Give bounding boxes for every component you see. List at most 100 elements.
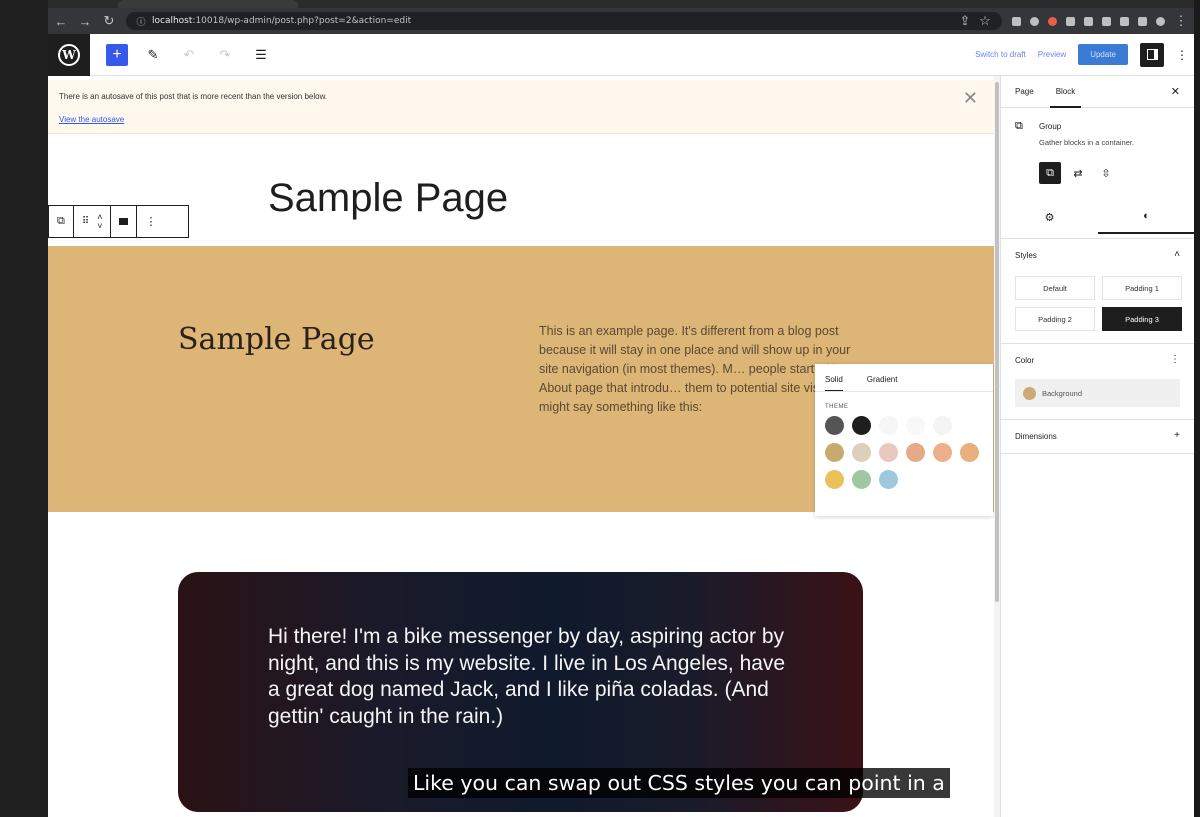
tab-page[interactable]: Page <box>1015 87 1034 96</box>
block-card: ⧉ Group Gather blocks in a container. ⧉ … <box>1001 108 1194 238</box>
browser-tabstrip <box>48 0 1194 8</box>
settings-toggle-button[interactable] <box>1140 42 1164 67</box>
stack-variation-icon[interactable]: ⇳ <box>1095 162 1117 184</box>
settings-gear-icon[interactable]: ⚙ <box>1001 200 1098 234</box>
color-swatch[interactable] <box>852 443 871 462</box>
color-swatch[interactable] <box>906 416 925 435</box>
autosave-notice: There is an autosave of this post that i… <box>48 80 994 134</box>
color-swatch[interactable] <box>825 470 844 489</box>
browser-window: ← → ↻ ⓘ localhost:10018/wp-admin/post.ph… <box>48 0 1194 817</box>
url-field[interactable]: ⓘ localhost:10018/wp-admin/post.php?post… <box>126 12 1002 30</box>
back-arrow-icon[interactable]: ← <box>54 14 68 29</box>
puzzle-icon[interactable] <box>1120 16 1129 26</box>
color-swatch[interactable] <box>906 443 925 462</box>
solid-tab[interactable]: Solid <box>825 375 843 391</box>
color-panel: Color ⋮ Background <box>1001 343 1194 419</box>
color-swatch[interactable] <box>879 470 898 489</box>
extension-icon[interactable] <box>1084 16 1093 26</box>
undo-icon[interactable]: ↶ <box>178 44 200 66</box>
block-options-icon[interactable]: ⋮ <box>137 206 164 237</box>
styles-title[interactable]: Styles <box>1015 251 1180 260</box>
group-heading[interactable]: Sample Page <box>178 322 375 357</box>
align-full-icon <box>119 218 129 225</box>
background-color-item[interactable]: Background <box>1015 379 1180 407</box>
color-swatch[interactable] <box>852 470 871 489</box>
row-variation-icon[interactable]: ⇄ <box>1067 162 1089 184</box>
block-variations: ⧉ ⇄ ⇳ <box>1039 162 1117 184</box>
edit-pencil-icon[interactable]: ✎ <box>142 44 164 66</box>
share-icon[interactable]: ⇪ <box>958 13 972 29</box>
color-swatch[interactable] <box>933 416 952 435</box>
drag-handle-icon[interactable]: ⠿ <box>82 216 89 227</box>
extension-icon[interactable] <box>1012 16 1021 26</box>
block-description: Gather blocks in a container. <box>1039 138 1135 147</box>
video-frame-left <box>0 0 48 817</box>
color-swatch[interactable] <box>960 416 979 435</box>
profile-avatar-icon[interactable] <box>1156 16 1165 26</box>
block-name: Group <box>1039 122 1062 131</box>
color-swatch[interactable] <box>933 443 952 462</box>
color-swatch[interactable] <box>879 416 898 435</box>
align-button[interactable] <box>111 206 138 237</box>
preview-button[interactable]: Preview <box>1038 50 1066 59</box>
extension-icon[interactable] <box>1048 16 1057 26</box>
quote-text[interactable]: Hi there! I'm a bike messenger by day, a… <box>268 624 788 730</box>
settings-sidebar: Page Block ✕ ⧉ Group Gather blocks in a … <box>1000 76 1194 817</box>
browser-tab[interactable] <box>118 0 298 8</box>
page-title[interactable]: Sample Page <box>268 176 508 221</box>
group-variation-icon[interactable]: ⧉ <box>1039 162 1061 184</box>
extension-icon[interactable] <box>1066 16 1075 26</box>
block-mover: ⠿ ˄ ˅ <box>74 206 112 237</box>
extension-icon[interactable] <box>1102 16 1111 26</box>
color-swatch[interactable] <box>960 443 979 462</box>
sidebar-icon[interactable] <box>1138 16 1147 26</box>
reload-icon[interactable]: ↻ <box>102 13 116 29</box>
block-toolbar: ⧉ ⠿ ˄ ˅ ⋮ <box>48 205 189 238</box>
style-option[interactable]: Padding 2 <box>1015 307 1095 331</box>
redo-icon[interactable]: ↷ <box>214 44 236 66</box>
switch-to-draft-button[interactable]: Switch to draft <box>975 50 1026 59</box>
view-autosave-link[interactable]: View the autosave <box>59 115 124 124</box>
color-options-icon[interactable]: ⋮ <box>1170 354 1180 365</box>
color-swatches <box>815 416 993 489</box>
group-paragraph[interactable]: This is an example page. It's different … <box>539 322 859 417</box>
color-title: Color <box>1015 356 1035 365</box>
style-option[interactable]: Padding 1 <box>1102 276 1182 300</box>
tab-block[interactable]: Block <box>1049 87 1081 108</box>
color-swatch[interactable] <box>879 443 898 462</box>
add-block-button[interactable]: + <box>106 43 128 66</box>
group-block-icon[interactable]: ⧉ <box>49 206 74 237</box>
editor-top-toolbar: W + ✎ ↶ ↷ ☰ Switch to draft Preview Upda… <box>48 33 1194 76</box>
forward-arrow-icon[interactable]: → <box>78 14 92 29</box>
plus-icon[interactable]: + <box>1174 430 1180 441</box>
dimensions-title: Dimensions <box>1015 432 1057 441</box>
url-text: localhost:10018/wp-admin/post.php?post=2… <box>152 16 412 26</box>
list-view-icon[interactable]: ☰ <box>250 44 272 66</box>
sidebar-tabs: Page Block ✕ <box>1001 76 1194 108</box>
chevron-up-icon[interactable]: ˄ <box>1174 249 1180 260</box>
scrollbar-thumb[interactable] <box>995 82 999 602</box>
styles-panel: Styles ˄ Default Padding 1 Padding 2 Paddin… <box>1001 238 1194 343</box>
video-caption: Like you can swap out CSS styles you can… <box>408 768 950 798</box>
color-swatch[interactable] <box>825 443 844 462</box>
gradient-tab[interactable]: Gradient <box>867 375 898 391</box>
styles-half-circle-icon[interactable]: ◐ <box>1098 200 1194 234</box>
color-swatch[interactable] <box>852 416 871 435</box>
bookmark-star-icon[interactable]: ☆ <box>978 13 992 29</box>
style-option[interactable]: Default <box>1015 276 1095 300</box>
style-option[interactable]: Padding 3 <box>1102 307 1182 331</box>
wordpress-logo-icon[interactable]: W <box>48 33 90 76</box>
browser-address-bar: ← → ↻ ⓘ localhost:10018/wp-admin/post.ph… <box>48 8 1194 34</box>
browser-menu-icon[interactable]: ⋮ <box>1174 13 1188 29</box>
options-menu-icon[interactable]: ⋮ <box>1176 48 1188 62</box>
settings-subtabs: ⚙ ◐ <box>1001 200 1194 234</box>
close-icon[interactable]: ✕ <box>963 88 978 109</box>
update-button[interactable]: Update <box>1078 44 1128 65</box>
color-picker-popover: Solid Gradient THEME <box>815 364 993 516</box>
move-down-icon[interactable]: ˅ <box>97 221 102 231</box>
color-swatch[interactable] <box>825 416 844 435</box>
extension-icons: ⋮ <box>1012 13 1188 29</box>
info-icon[interactable]: ⓘ <box>136 15 146 28</box>
extension-icon[interactable] <box>1030 16 1039 26</box>
close-sidebar-icon[interactable]: ✕ <box>1171 85 1180 98</box>
